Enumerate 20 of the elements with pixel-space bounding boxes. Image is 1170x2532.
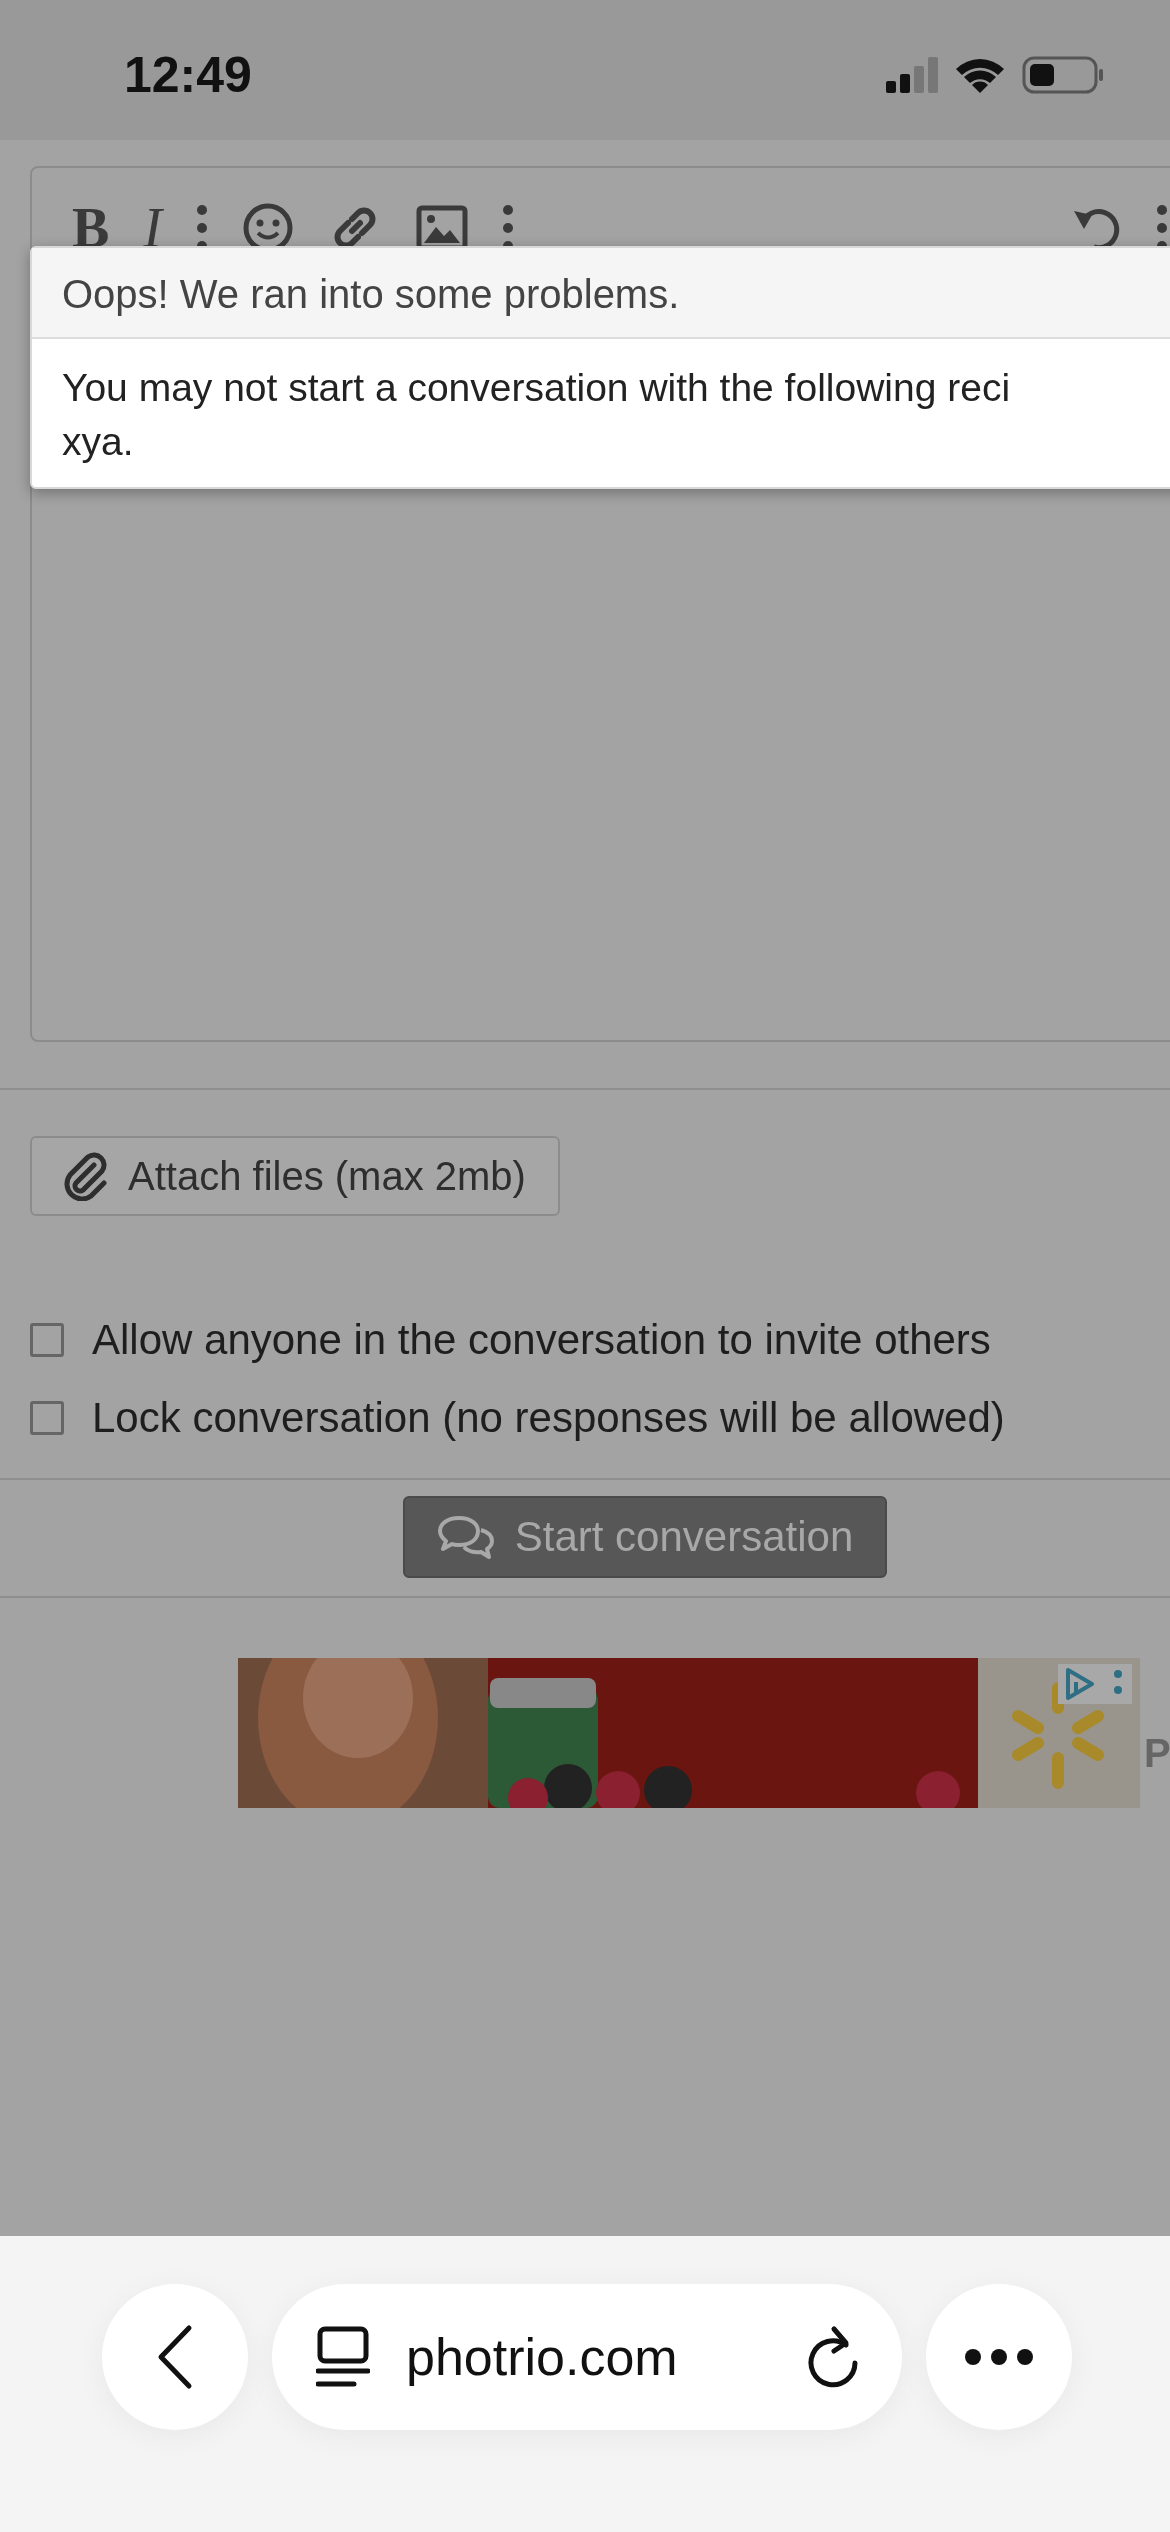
- status-time: 12:49: [124, 46, 252, 104]
- start-conversation-button[interactable]: Start conversation: [402, 1496, 888, 1578]
- checkbox[interactable]: [30, 1323, 64, 1357]
- ad-label: P: [1144, 1729, 1170, 1776]
- error-message: xya.: [62, 419, 134, 465]
- chat-icon: [436, 1514, 495, 1560]
- error-message: You may not start a conversation with the following reci: [62, 365, 1011, 411]
- checkbox[interactable]: [30, 1401, 64, 1435]
- battery-icon: [1022, 56, 1104, 94]
- checkbox-label: Allow anyone in the conversation to invite others: [92, 1316, 991, 1364]
- checkbox-label: Lock conversation (no responses will be allowed): [92, 1394, 1005, 1442]
- attach-button[interactable]: Attach files (max 2mb): [30, 1136, 560, 1216]
- paperclip-icon: [64, 1151, 110, 1201]
- wifi-icon: [954, 56, 1006, 94]
- signal-icon: [886, 57, 938, 93]
- more-icon: [964, 2348, 1034, 2366]
- tabs-icon[interactable]: [316, 2326, 370, 2388]
- dialog-title: Oops! We ran into some problems.: [32, 248, 1170, 339]
- url-text: photrio.com: [406, 2327, 679, 2387]
- address-bar[interactable]: photrio.com: [272, 2284, 902, 2430]
